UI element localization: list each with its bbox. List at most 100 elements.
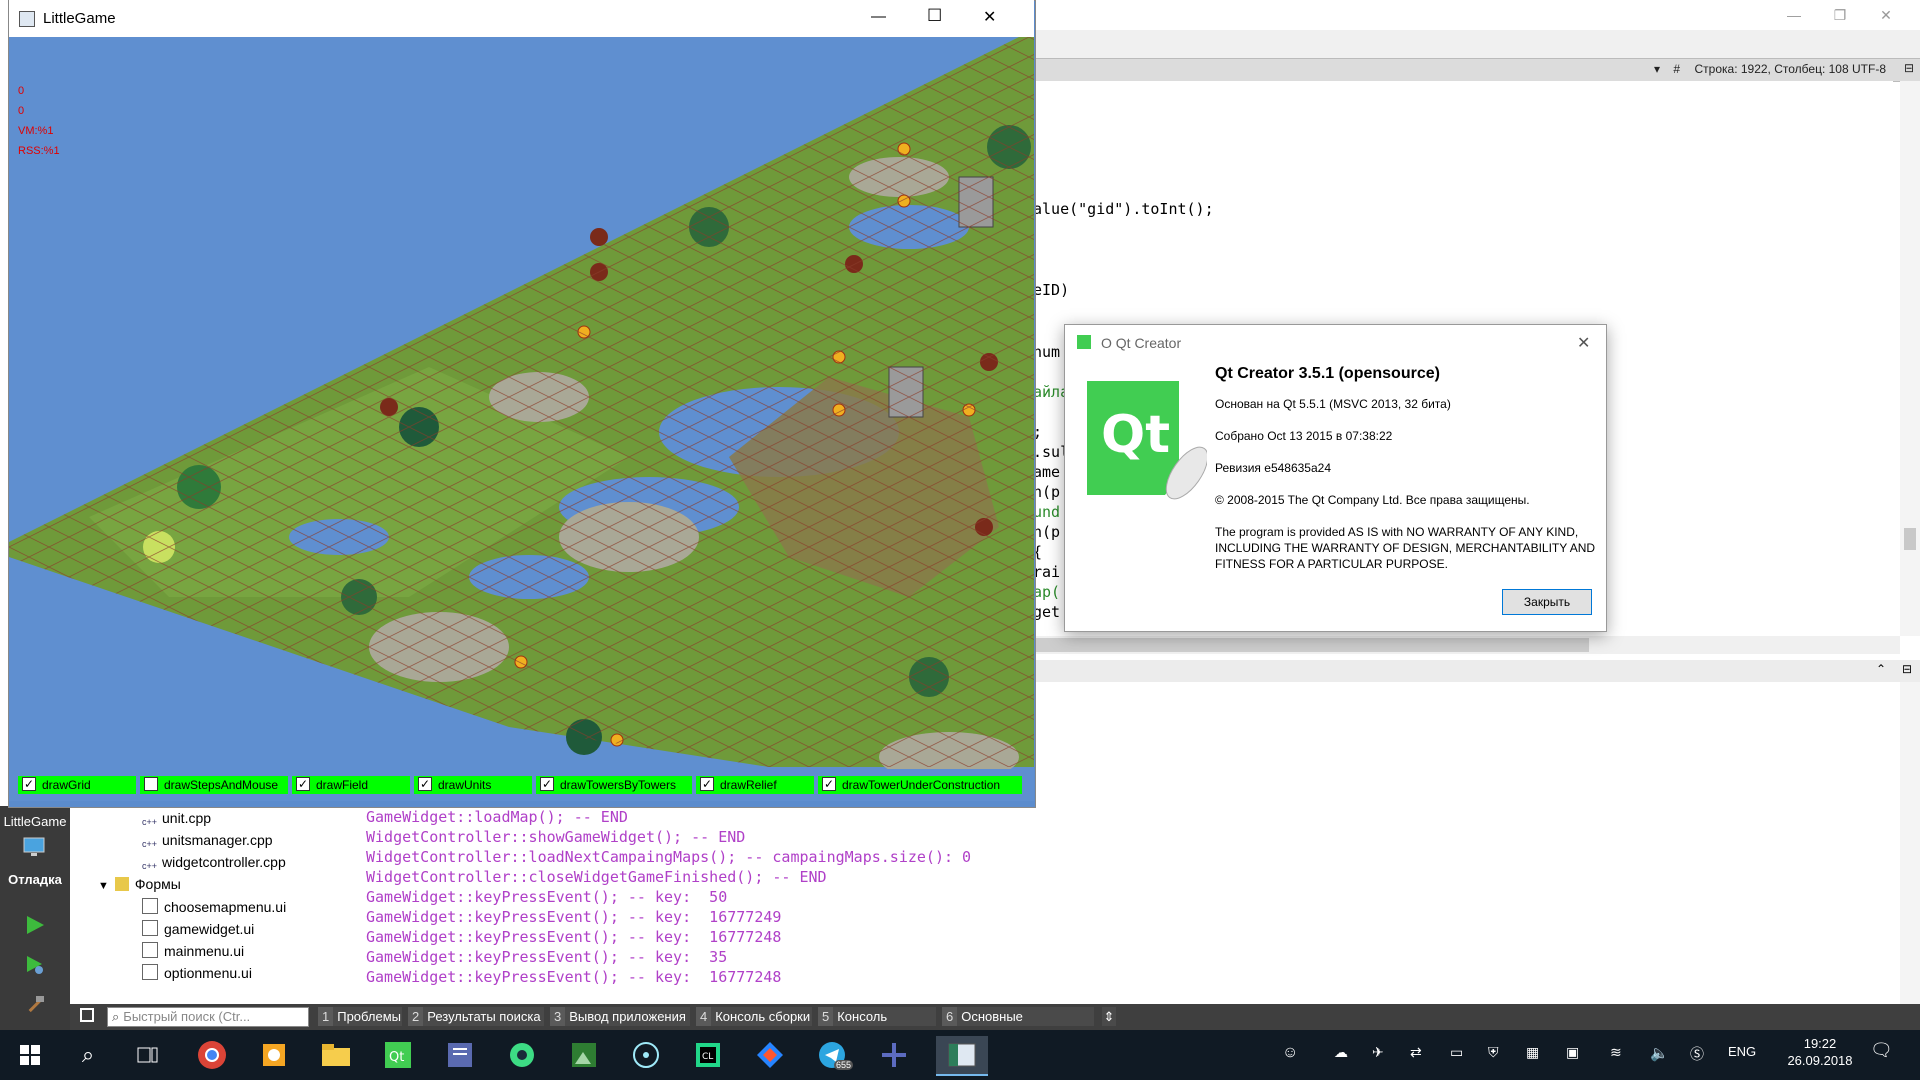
checkbox-checked-icon[interactable] xyxy=(540,775,554,793)
editor-icon[interactable] xyxy=(440,1036,480,1074)
checkbox-unchecked-icon[interactable] xyxy=(144,777,158,791)
split-icon[interactable]: ⊟ xyxy=(1904,61,1914,75)
chrome-icon[interactable] xyxy=(192,1036,232,1074)
qtcreator-icon[interactable]: Qt xyxy=(378,1036,418,1074)
toggle-sidebar-icon[interactable] xyxy=(80,1008,94,1022)
start-icon[interactable] xyxy=(10,1036,50,1074)
telegram-tray-icon[interactable]: ✈ xyxy=(1372,1044,1384,1061)
search-icon[interactable]: ⌕ xyxy=(68,1036,108,1074)
tab-application-output[interactable]: 3 Вывод приложения xyxy=(550,1007,690,1026)
isometric-map[interactable] xyxy=(9,37,1034,769)
project-tree[interactable]: c++ unit.cpp c++ unitsmanager.cpp c++ widge… xyxy=(70,806,342,1004)
security-icon[interactable]: ⛨ xyxy=(1488,1044,1499,1061)
telegram-icon[interactable]: 655 xyxy=(812,1036,854,1074)
tree-item-ui[interactable]: gamewidget.ui xyxy=(142,920,254,937)
wifi-icon[interactable]: ≋ xyxy=(1610,1044,1622,1061)
tab-qml-console[interactable]: 5Консоль QML/JS xyxy=(818,1007,936,1043)
tree-item-cpp[interactable]: c++ unitsmanager.cpp xyxy=(142,832,273,853)
checkbox-checked-icon[interactable] xyxy=(22,775,36,793)
tree-item-cpp[interactable]: c++ unit.cpp xyxy=(142,810,211,831)
onedrive-icon[interactable]: ☁ xyxy=(1334,1044,1348,1061)
image-editor-icon[interactable] xyxy=(564,1036,604,1074)
code-line: ap( xyxy=(1033,583,1061,601)
notifications-icon[interactable]: 🗨 xyxy=(1870,1040,1893,1061)
littlegame-app-icon[interactable] xyxy=(936,1036,988,1076)
more-tabs-icon[interactable]: ⇕ xyxy=(1102,1007,1116,1026)
language-indicator[interactable]: ENG xyxy=(1728,1044,1756,1059)
teamviewer-icon[interactable]: ⇄ xyxy=(1410,1044,1422,1061)
output-line: GameWidget::keyPressEvent(); -- key: 167… xyxy=(366,908,782,926)
tab-general-messages[interactable]: 6Основные сообщения xyxy=(942,1007,1094,1043)
checkbox-checked-icon[interactable] xyxy=(296,775,310,793)
build-hammer-icon[interactable] xyxy=(24,994,46,1021)
tree-item-ui[interactable]: mainmenu.ui xyxy=(142,942,244,959)
tab-problems[interactable]: 1 Проблемы xyxy=(318,1007,402,1026)
maximize-pane-icon[interactable]: ⌃ xyxy=(1876,662,1886,676)
checkbox-checked-icon[interactable] xyxy=(700,775,714,793)
debug-run-icon[interactable] xyxy=(24,954,46,981)
checkbox-draw-steps-and-mouse[interactable]: drawStepsAndMouse xyxy=(140,776,288,794)
tab-search-results[interactable]: 2 Результаты поиска xyxy=(408,1007,544,1026)
locator-search-input[interactable]: ⌕ Быстрый поиск (Ctr... xyxy=(107,1007,309,1027)
battery-icon[interactable]: ▭ xyxy=(1450,1044,1463,1061)
close-button[interactable]: ✕ xyxy=(983,7,996,27)
clock[interactable]: 19:22 26.09.2018 xyxy=(1780,1036,1860,1068)
output-scrollbar[interactable] xyxy=(1900,682,1920,1004)
checkbox-draw-relief[interactable]: drawRelief xyxy=(696,775,814,794)
checkbox-draw-units[interactable]: drawUnits xyxy=(414,775,532,794)
people-icon[interactable]: ☺ xyxy=(1282,1044,1298,1062)
littlegame-titlebar[interactable]: LittleGame — ☐ ✕ xyxy=(9,0,1034,37)
build-config-label[interactable]: Отладка xyxy=(0,872,70,887)
dialog-titlebar[interactable]: О Qt Creator ✕ xyxy=(1065,325,1606,361)
task-view-icon[interactable] xyxy=(128,1036,168,1074)
electron-icon[interactable] xyxy=(626,1036,666,1074)
run-icon[interactable] xyxy=(24,914,46,941)
dialog-heading: Qt Creator 3.5.1 (opensource) xyxy=(1215,365,1440,382)
close-icon[interactable]: ✕ xyxy=(1577,333,1590,353)
maximize-button[interactable]: ☐ xyxy=(927,6,942,26)
encoding-label[interactable]: UTF-8 xyxy=(1852,62,1886,76)
tree-item-cpp[interactable]: c++ widgetcontroller.cpp xyxy=(142,854,286,875)
restore-button[interactable]: ❐ xyxy=(1817,0,1863,30)
display-icon[interactable]: ▦ xyxy=(1526,1044,1539,1061)
code-line: und xyxy=(1033,503,1061,521)
android-studio-icon[interactable] xyxy=(502,1036,542,1074)
editor-scroll-thumb[interactable] xyxy=(1904,528,1916,550)
tree-folder-forms[interactable]: ▼ Формы xyxy=(98,876,181,892)
based-on-text: Основан на Qt 5.5.1 (MSVC 2013, 32 бита) xyxy=(1215,397,1451,411)
close-pane-icon[interactable]: ⊟ xyxy=(1902,662,1912,676)
paint-icon[interactable] xyxy=(254,1036,294,1074)
svg-text:CL: CL xyxy=(702,1052,713,1062)
chevron-down-icon[interactable]: ▼ xyxy=(98,880,109,892)
volume-icon[interactable]: 🔈 xyxy=(1650,1044,1669,1062)
ui-file-icon xyxy=(142,898,158,914)
tableau-icon[interactable] xyxy=(874,1036,914,1074)
document-dropdown[interactable]: ▾ xyxy=(1654,62,1660,76)
output-pane-header: ⌃ ⊟ xyxy=(1033,660,1920,683)
editor-vertical-scrollbar[interactable] xyxy=(1900,81,1920,636)
checkbox-checked-icon[interactable] xyxy=(822,775,836,793)
game-canvas[interactable]: 0 0 VM:%1 RSS:%1 xyxy=(9,37,1034,769)
tree-item-ui[interactable]: optionmenu.ui xyxy=(142,964,252,981)
editor-hscroll-thumb[interactable] xyxy=(1033,638,1589,652)
minimize-button[interactable]: — xyxy=(871,8,886,25)
checkbox-draw-towers-by-towers[interactable]: drawTowersByTowers xyxy=(536,775,692,794)
app-tray-icon[interactable]: ▣ xyxy=(1566,1044,1579,1061)
sourcetree-icon[interactable] xyxy=(750,1036,790,1074)
checkbox-draw-field[interactable]: drawField xyxy=(292,775,410,794)
explorer-icon[interactable] xyxy=(316,1036,356,1074)
tab-compile-output[interactable]: 4 Консоль сборки xyxy=(696,1007,812,1026)
checkbox-draw-tower-under-construction[interactable]: drawTowerUnderConstruction xyxy=(818,775,1022,794)
checkbox-draw-grid[interactable]: drawGrid xyxy=(18,775,136,794)
clion-icon[interactable]: CL xyxy=(688,1036,728,1074)
project-selector[interactable]: LittleGame xyxy=(0,814,70,829)
close-button[interactable]: ✕ xyxy=(1863,0,1909,30)
checkbox-checked-icon[interactable] xyxy=(418,775,432,793)
close-dialog-button[interactable]: Закрыть xyxy=(1502,589,1592,615)
skype-icon[interactable]: Ⓢ xyxy=(1690,1044,1704,1064)
output-line: GameWidget::keyPressEvent(); -- key: 167… xyxy=(366,968,782,986)
tree-item-ui[interactable]: choosemapmenu.ui xyxy=(142,898,286,915)
hud-vm: VM:%1 xyxy=(18,125,54,137)
minimize-button[interactable]: — xyxy=(1771,0,1817,30)
monitor-icon[interactable] xyxy=(22,836,48,858)
